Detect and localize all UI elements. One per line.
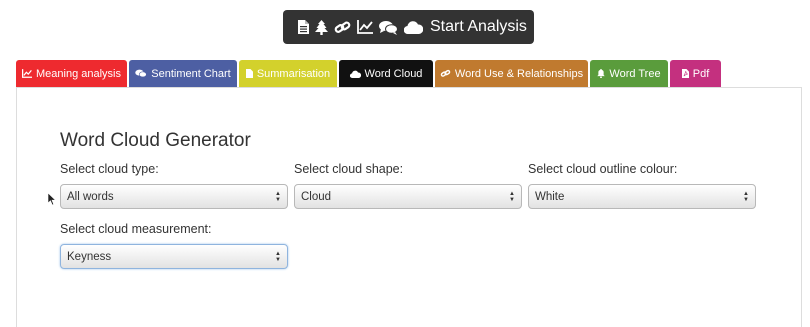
document-icon	[245, 69, 253, 78]
tab-label: Pdf	[692, 67, 710, 80]
measurement-label: Select cloud measurement:	[60, 222, 212, 236]
link-icon	[440, 69, 451, 78]
comments-icon	[379, 20, 398, 35]
start-analysis-label: Start Analysis	[430, 18, 527, 35]
cloud-icon	[349, 70, 361, 78]
tab-word-use-relationships[interactable]: Word Use & Relationships	[435, 60, 588, 87]
select-arrows-icon: ▲ ▼	[743, 190, 749, 203]
tab-label: Sentiment Chart	[151, 67, 231, 80]
tree-icon	[315, 19, 328, 35]
measurement-value: Keyness	[67, 250, 112, 263]
line-chart-icon	[22, 69, 32, 78]
comments-icon	[135, 69, 147, 78]
tab-label: Word Cloud	[364, 68, 423, 80]
tab-label: Word Use & Relationships	[454, 67, 584, 80]
outline-colour-select[interactable]: White ▲ ▼	[528, 184, 756, 209]
tab-label: Summarisation	[256, 67, 331, 80]
tab-sentiment-chart[interactable]: Sentiment Chart	[129, 60, 237, 87]
pdf-icon	[681, 69, 689, 78]
cloud-shape-label: Select cloud shape:	[294, 162, 404, 176]
cloud-type-value: All words	[67, 190, 114, 203]
cloud-shape-select[interactable]: Cloud ▲ ▼	[294, 184, 522, 209]
cloud-shape-value: Cloud	[301, 190, 332, 203]
tab-summarisation[interactable]: Summarisation	[239, 60, 337, 87]
page-title: Word Cloud Generator	[60, 130, 251, 151]
start-analysis-button[interactable]: Start Analysis	[283, 10, 534, 44]
cloud-type-select[interactable]: All words ▲ ▼	[60, 184, 288, 209]
link-icon	[334, 20, 351, 35]
outline-colour-label: Select cloud outline colour:	[528, 162, 678, 176]
select-arrows-icon: ▲ ▼	[275, 250, 281, 263]
measurement-select[interactable]: Keyness ▲ ▼	[60, 244, 288, 269]
tab-meaning-analysis[interactable]: Meaning analysis	[16, 60, 127, 87]
tab-label: Meaning analysis	[36, 67, 121, 80]
tab-label: Word Tree	[609, 67, 661, 80]
line-chart-icon	[357, 20, 373, 34]
document-icon	[298, 20, 309, 34]
tab-word-cloud[interactable]: Word Cloud	[339, 60, 433, 88]
cloud-type-label: Select cloud type:	[60, 162, 159, 176]
tab-pdf[interactable]: Pdf	[670, 60, 721, 87]
bell-icon	[597, 69, 606, 78]
cloud-icon	[404, 20, 423, 34]
mouse-pointer-icon	[47, 192, 57, 210]
tab-word-tree[interactable]: Word Tree	[590, 60, 668, 87]
outline-colour-value: White	[535, 190, 565, 203]
select-arrows-icon: ▲ ▼	[275, 190, 281, 203]
select-arrows-icon: ▲ ▼	[509, 190, 515, 203]
